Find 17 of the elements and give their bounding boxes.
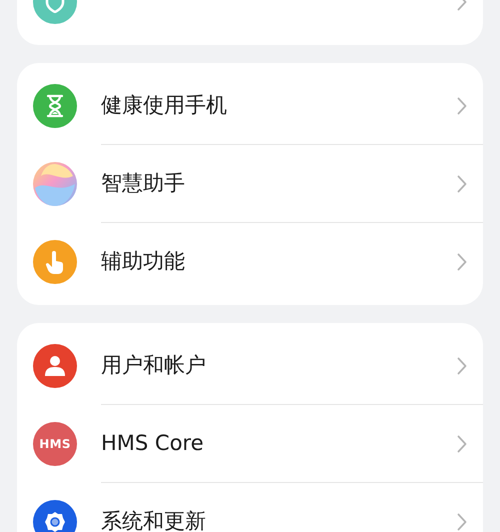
chevron-right-icon: [457, 253, 467, 271]
chevron-right-icon: [457, 434, 467, 452]
hourglass-icon: [46, 94, 64, 118]
chevron-right-icon: [457, 174, 467, 192]
settings-item-label[interactable]: 用户和帐户: [101, 350, 206, 382]
settings-item-label[interactable]: 健康使用手机: [101, 90, 227, 122]
settings-item-label[interactable]: HMS Core: [101, 428, 204, 460]
person-icon: [43, 354, 67, 378]
pointing-hand-icon: [44, 249, 66, 275]
icon-label: HMS: [39, 436, 71, 453]
settings-item-label[interactable]: 系统和更新: [101, 506, 206, 532]
settings-item-label[interactable]: 辅助功能: [101, 246, 185, 278]
settings-item-label[interactable]: 智慧助手: [101, 168, 185, 200]
chevron-right-icon: [457, 513, 467, 531]
gradient-orb-icon: [33, 162, 77, 206]
chevron-right-icon: [457, 96, 467, 114]
chevron-right-icon: [457, 356, 467, 374]
